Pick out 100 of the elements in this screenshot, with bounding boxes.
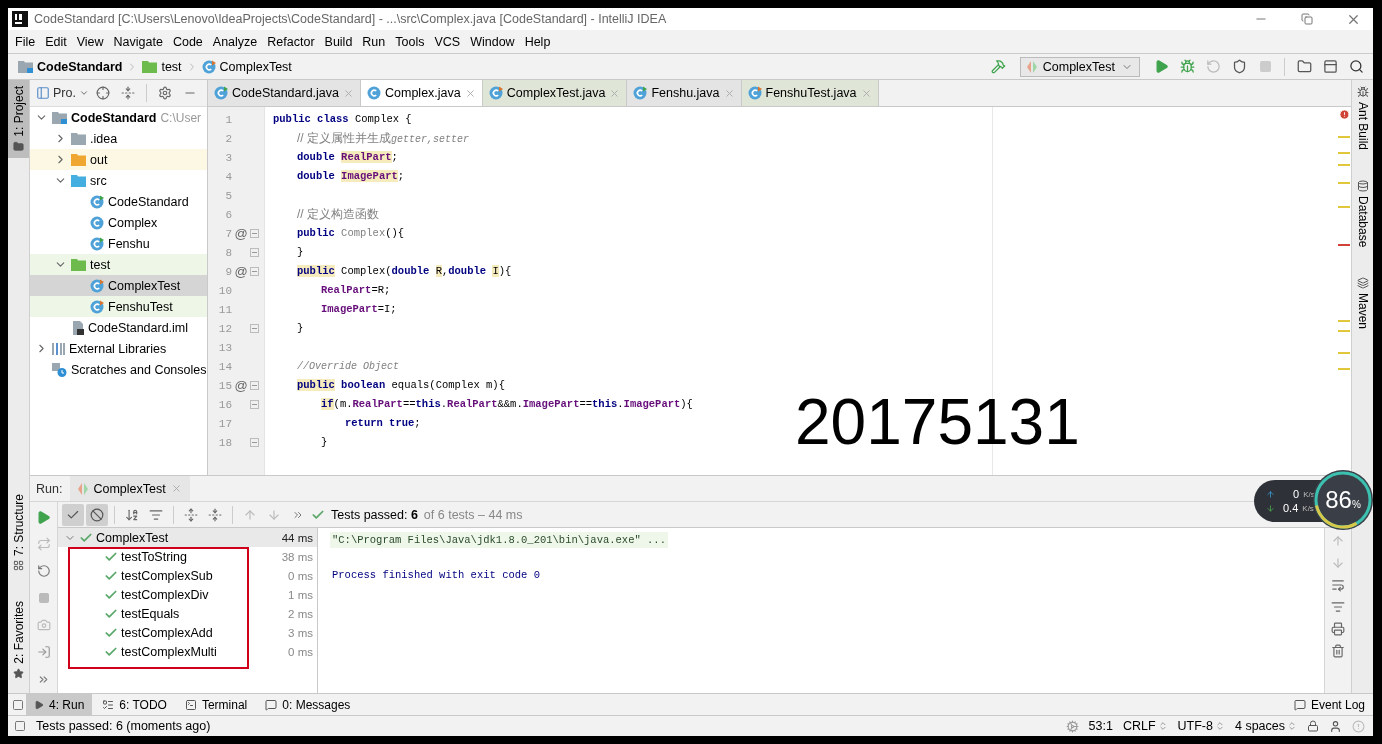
soft-wrap-icon[interactable] xyxy=(1331,578,1345,592)
fold-icon[interactable] xyxy=(250,229,259,238)
tree-item[interactable]: External Libraries xyxy=(30,338,207,359)
tree-item[interactable]: ComplexTest xyxy=(30,275,207,296)
menu-item[interactable]: VCS xyxy=(429,34,466,49)
restore-icon[interactable] xyxy=(1301,13,1313,25)
locate-icon[interactable] xyxy=(95,86,110,100)
stop-icon[interactable] xyxy=(37,592,50,604)
breadcrumb[interactable]: CodeStandard xyxy=(18,59,123,74)
close-icon[interactable] xyxy=(464,87,476,99)
print-icon[interactable] xyxy=(1331,622,1345,636)
test-item[interactable]: testToString 38 ms xyxy=(58,547,317,566)
tool-window-button[interactable]: 4: Run xyxy=(26,694,93,715)
tool-window-tab[interactable]: 1: Project xyxy=(8,80,29,158)
tree-item[interactable]: Fenshu xyxy=(30,233,207,254)
editor-tab[interactable]: FenshuTest.java xyxy=(741,80,879,106)
build-icon[interactable] xyxy=(991,59,1007,74)
fold-icon[interactable] xyxy=(250,438,259,447)
menu-item[interactable]: Refactor xyxy=(262,34,320,49)
override-marker[interactable]: @ xyxy=(232,378,250,393)
breadcrumb[interactable]: test xyxy=(142,59,182,74)
toggle-rerun-icon[interactable] xyxy=(36,564,51,578)
tree-item[interactable]: src xyxy=(30,170,207,191)
rerun-failed-icon[interactable] xyxy=(36,537,51,551)
tree-item[interactable]: test xyxy=(30,254,207,275)
run-configuration-dropdown[interactable]: ComplexTest xyxy=(1019,56,1140,77)
menu-item[interactable]: Build xyxy=(319,34,358,49)
override-marker[interactable]: @ xyxy=(232,226,250,241)
tree-item[interactable]: CodeStandard.iml xyxy=(30,317,207,338)
tool-window-tab[interactable]: Ant Build xyxy=(1352,80,1373,157)
tree-item[interactable]: CodeStandard xyxy=(30,191,207,212)
test-item[interactable]: ComplexTest 44 ms xyxy=(58,528,317,547)
tool-window-button[interactable]: 0: Messages xyxy=(257,694,359,715)
menu-item[interactable]: View xyxy=(71,34,109,49)
caret-icon[interactable] xyxy=(78,88,89,98)
tool-window-tab[interactable]: 2: Favorites xyxy=(8,595,29,685)
menu-item[interactable]: Navigate xyxy=(108,34,168,49)
toggle-panels-icon[interactable] xyxy=(12,698,24,711)
down-icon[interactable] xyxy=(1331,556,1345,570)
previous-icon[interactable] xyxy=(243,507,257,522)
tool-window-tab[interactable]: 7: Structure xyxy=(8,488,29,578)
menu-item[interactable]: Tools xyxy=(390,34,430,49)
show-passed-toggle[interactable] xyxy=(62,503,84,526)
collapse-icon[interactable] xyxy=(120,86,135,100)
tool-window-button[interactable]: 6: TODO xyxy=(94,694,175,715)
run-tab[interactable]: ComplexTest xyxy=(70,476,190,501)
run-icon[interactable] xyxy=(36,509,51,525)
menu-item[interactable]: Help xyxy=(519,34,556,49)
fold-icon[interactable] xyxy=(250,248,259,257)
fold-icon[interactable] xyxy=(250,267,259,276)
fold-icon[interactable] xyxy=(250,400,259,409)
tree-item[interactable]: CodeStandard C:\User xyxy=(30,107,207,128)
tree-item[interactable]: Scratches and Consoles xyxy=(30,359,207,380)
settings-icon[interactable] xyxy=(157,86,172,100)
cursor-position[interactable]: 53:1 xyxy=(1088,719,1113,733)
event-log-button[interactable]: Event Log xyxy=(1285,694,1373,715)
notification-icon[interactable] xyxy=(1352,719,1365,733)
menu-item[interactable]: Run xyxy=(357,34,391,49)
sort-icon[interactable] xyxy=(125,507,139,522)
panel-title[interactable]: Pro. xyxy=(53,86,76,100)
search-icon[interactable] xyxy=(1348,59,1364,74)
override-marker[interactable]: @ xyxy=(232,264,250,279)
tool-window-button[interactable]: Terminal xyxy=(176,694,256,715)
menu-item[interactable]: Analyze xyxy=(207,34,263,49)
editor-tab[interactable]: ComplexTest.java xyxy=(482,80,628,106)
lock-icon[interactable] xyxy=(1307,720,1319,732)
inspector-icon[interactable] xyxy=(1329,719,1342,733)
tree-item[interactable]: out xyxy=(30,149,207,170)
error-icon[interactable] xyxy=(1338,109,1350,120)
run-icon[interactable] xyxy=(1153,59,1169,74)
up-icon[interactable] xyxy=(1331,534,1345,548)
window-icon[interactable] xyxy=(1322,59,1338,74)
expand-all-icon[interactable] xyxy=(184,507,198,522)
encoding-dropdown[interactable]: UTF-8 xyxy=(1177,719,1225,733)
tool-window-tab[interactable]: Database xyxy=(1352,174,1373,254)
tool-window-tab[interactable]: Maven xyxy=(1352,271,1373,336)
menu-item[interactable]: File xyxy=(10,34,41,49)
editor-tab[interactable]: CodeStandard.java xyxy=(208,80,362,106)
menu-item[interactable]: Code xyxy=(167,34,208,49)
fold-icon[interactable] xyxy=(250,324,259,333)
debug-icon[interactable] xyxy=(1179,59,1195,74)
test-item[interactable]: testComplexAdd 3 ms xyxy=(58,623,317,642)
line-separator-dropdown[interactable]: CRLF xyxy=(1122,719,1168,733)
tree-item[interactable]: .idea xyxy=(30,128,207,149)
test-item[interactable]: testComplexMulti 0 ms xyxy=(58,642,317,661)
tree-item[interactable]: Complex xyxy=(30,212,207,233)
show-ignored-toggle[interactable] xyxy=(86,503,108,526)
camera-icon[interactable] xyxy=(36,618,51,632)
editor-tab[interactable]: Complex.java xyxy=(361,80,483,106)
settings-icon[interactable] xyxy=(1065,719,1079,733)
collapse-all-icon[interactable] xyxy=(208,507,222,522)
breadcrumb[interactable]: ComplexTest xyxy=(201,59,292,74)
editor-tab[interactable]: Fenshu.java xyxy=(627,80,742,106)
export-icon[interactable] xyxy=(36,645,51,659)
test-item[interactable]: testComplexSub 0 ms xyxy=(58,566,317,585)
fold-icon[interactable] xyxy=(250,381,259,390)
menu-item[interactable]: Edit xyxy=(40,34,72,49)
next-icon[interactable] xyxy=(267,507,281,522)
test-item[interactable]: testEquals 2 ms xyxy=(58,604,317,623)
indent-dropdown[interactable]: 4 spaces xyxy=(1234,719,1297,733)
